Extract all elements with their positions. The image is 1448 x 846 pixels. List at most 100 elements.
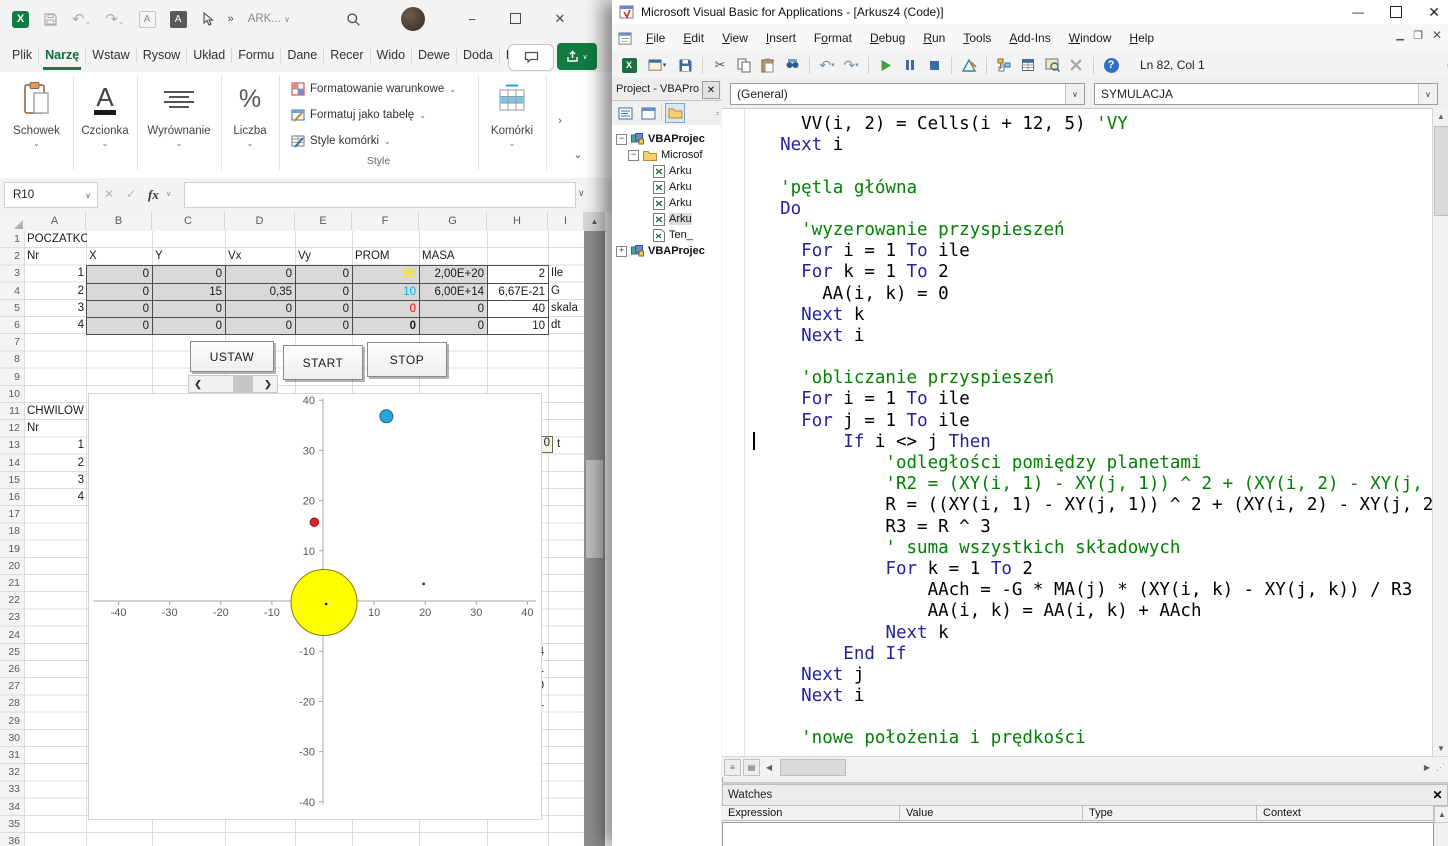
child-close-icon[interactable]: ✕ [1432, 28, 1442, 42]
text-style-light-icon[interactable]: A [139, 11, 156, 28]
row-header-29[interactable]: 29 [0, 715, 20, 730]
expand-icon[interactable]: + [616, 246, 627, 257]
row-header-35[interactable]: 35 [0, 818, 20, 833]
code-line-3[interactable] [759, 156, 1432, 177]
procedure-dropdown[interactable]: SYMULACJA∨ [1094, 83, 1438, 105]
view-code-icon[interactable] [615, 103, 635, 123]
code-vertical-scrollbar[interactable]: ▲ ▼ [1432, 108, 1448, 756]
row-header-24[interactable]: 24 [0, 629, 20, 644]
button-ustaw[interactable]: USTAW [190, 341, 274, 372]
child-restore-icon[interactable]: ❐ [1413, 29, 1423, 42]
body-dot-far[interactable] [422, 583, 425, 586]
menu-window[interactable]: Window [1060, 31, 1121, 45]
help-icon[interactable]: ? [1102, 56, 1120, 74]
undo-icon[interactable]: ↶⌄ [72, 12, 91, 27]
redo-icon[interactable]: ↷⌄ [105, 12, 124, 27]
code-line-27[interactable]: Next j [759, 665, 1432, 686]
code-line-17[interactable]: 'odległości pomiędzy planetami [759, 453, 1432, 474]
cell-A3[interactable]: 1 [24, 265, 87, 283]
object-dropdown[interactable]: (General)∨ [730, 83, 1085, 105]
row-header-21[interactable]: 21 [0, 577, 20, 592]
formula-input[interactable] [184, 182, 576, 208]
cell-B5[interactable]: 0 [86, 300, 153, 318]
bubble-chart[interactable]: -40-30-20-10010203040403020100-10-20-30-… [88, 393, 542, 820]
cursor-tool-icon[interactable] [201, 12, 214, 26]
tree-item-arku-4[interactable]: Arku [640, 195, 692, 211]
more-commands-icon[interactable]: » [228, 14, 234, 25]
project-explorer-icon[interactable] [995, 56, 1013, 74]
watch-column-context[interactable]: Context [1257, 806, 1434, 821]
cell-D4[interactable]: 0,35 [225, 283, 296, 301]
tree-item-arku-2[interactable]: Arku [640, 163, 692, 179]
full-module-view-icon[interactable]: ▤ [743, 759, 760, 776]
cell-A14[interactable]: 2 [24, 455, 87, 473]
row-header-13[interactable]: 13 [0, 439, 20, 454]
spinner-track[interactable] [207, 376, 259, 392]
select-all-corner[interactable] [14, 220, 23, 229]
spinner-left-icon[interactable]: ❮ [189, 379, 207, 390]
cut-icon[interactable]: ✂ [711, 56, 729, 74]
properties-window-icon[interactable] [1019, 56, 1037, 74]
code-line-16[interactable]: If i <> j Then [759, 432, 1432, 453]
watches-title[interactable]: Watches ✕ [722, 784, 1448, 806]
object-browser-icon[interactable] [1043, 56, 1061, 74]
child-minimize-icon[interactable]: ▁ [1396, 30, 1404, 41]
ribbon-more-button[interactable]: › [551, 108, 569, 134]
ribbon-group-alignment[interactable]: Wyrównanie ⌄ [137, 76, 222, 170]
cell-D3[interactable]: 0 [225, 265, 296, 283]
row-header-30[interactable]: 30 [0, 732, 20, 747]
row-header-33[interactable]: 33 [0, 783, 20, 798]
cell-F5[interactable]: 0 [352, 300, 420, 318]
toolbox-icon[interactable] [1067, 56, 1085, 74]
menu-debug[interactable]: Debug [861, 31, 914, 45]
tab-dewe[interactable]: Dewe [412, 40, 456, 70]
menu-help[interactable]: Help [1120, 31, 1163, 45]
code-editor[interactable]: VV(i, 2) = Cells(i + 12, 5) 'VY Next i '… [722, 108, 1432, 757]
code-line-20[interactable]: R3 = R ^ 3 [759, 517, 1432, 538]
close-icon[interactable]: ✕ [1429, 786, 1446, 803]
cell-G4[interactable]: 6,00E+14 [419, 283, 488, 301]
row-header-26[interactable]: 26 [0, 663, 20, 678]
button-start[interactable]: START [283, 345, 363, 380]
cell-A16[interactable]: 4 [24, 489, 87, 507]
design-mode-icon[interactable] [960, 56, 978, 74]
excel-vertical-scrollbar[interactable]: ▲ [584, 212, 605, 846]
scroll-right-icon[interactable]: ▶ [1424, 763, 1430, 772]
row-header-5[interactable]: 5 [0, 302, 20, 317]
scroll-left-icon[interactable]: ◀ [766, 763, 772, 772]
ribbon-group-clipboard[interactable]: Schowek ⌄ [0, 76, 74, 170]
minimize-button[interactable]: − [457, 12, 487, 27]
row-header-27[interactable]: 27 [0, 680, 20, 695]
code-line-8[interactable]: For k = 1 To 2 [759, 262, 1432, 283]
break-icon[interactable] [901, 56, 919, 74]
cell-G6[interactable]: 0 [419, 317, 488, 335]
menu-insert[interactable]: Insert [757, 31, 805, 45]
cell-E3[interactable]: 0 [295, 265, 353, 283]
column-header-C[interactable]: C [152, 212, 225, 230]
row-header-10[interactable]: 10 [0, 388, 20, 403]
chevron-down-icon[interactable]: ⌄ [478, 139, 546, 148]
tab-plik[interactable]: Plik [6, 40, 38, 70]
row-header-19[interactable]: 19 [0, 543, 20, 558]
column-header-D[interactable]: D [225, 212, 295, 230]
row-header-17[interactable]: 17 [0, 508, 20, 523]
row-header-16[interactable]: 16 [0, 491, 20, 506]
cell-A2[interactable]: Nr [24, 248, 87, 266]
code-line-24[interactable]: AA(i, k) = AA(i, k) + AAch [759, 601, 1432, 622]
save-icon[interactable] [676, 56, 694, 74]
workbook-name[interactable]: ARK... ∨ [248, 13, 290, 25]
cell-F6[interactable]: 0 [352, 317, 420, 335]
row-header-6[interactable]: 6 [0, 319, 20, 334]
cell-C4[interactable]: 15 [152, 283, 226, 301]
code-line-14[interactable]: For i = 1 To ile [759, 389, 1432, 410]
code-line-11[interactable]: Next i [759, 326, 1432, 347]
code-line-15[interactable]: For j = 1 To ile [759, 411, 1432, 432]
code-line-21[interactable]: ' suma wszystkich składowych [759, 538, 1432, 559]
cell-B6[interactable]: 0 [86, 317, 153, 335]
cell-I4[interactable]: G [548, 283, 585, 301]
row-header-3[interactable]: 3 [0, 267, 20, 282]
enter-icon[interactable]: ✓ [126, 187, 136, 201]
chevron-down-icon[interactable]: ⌄ [0, 139, 73, 148]
find-icon[interactable] [783, 56, 801, 74]
menu-file[interactable]: File [637, 31, 674, 45]
